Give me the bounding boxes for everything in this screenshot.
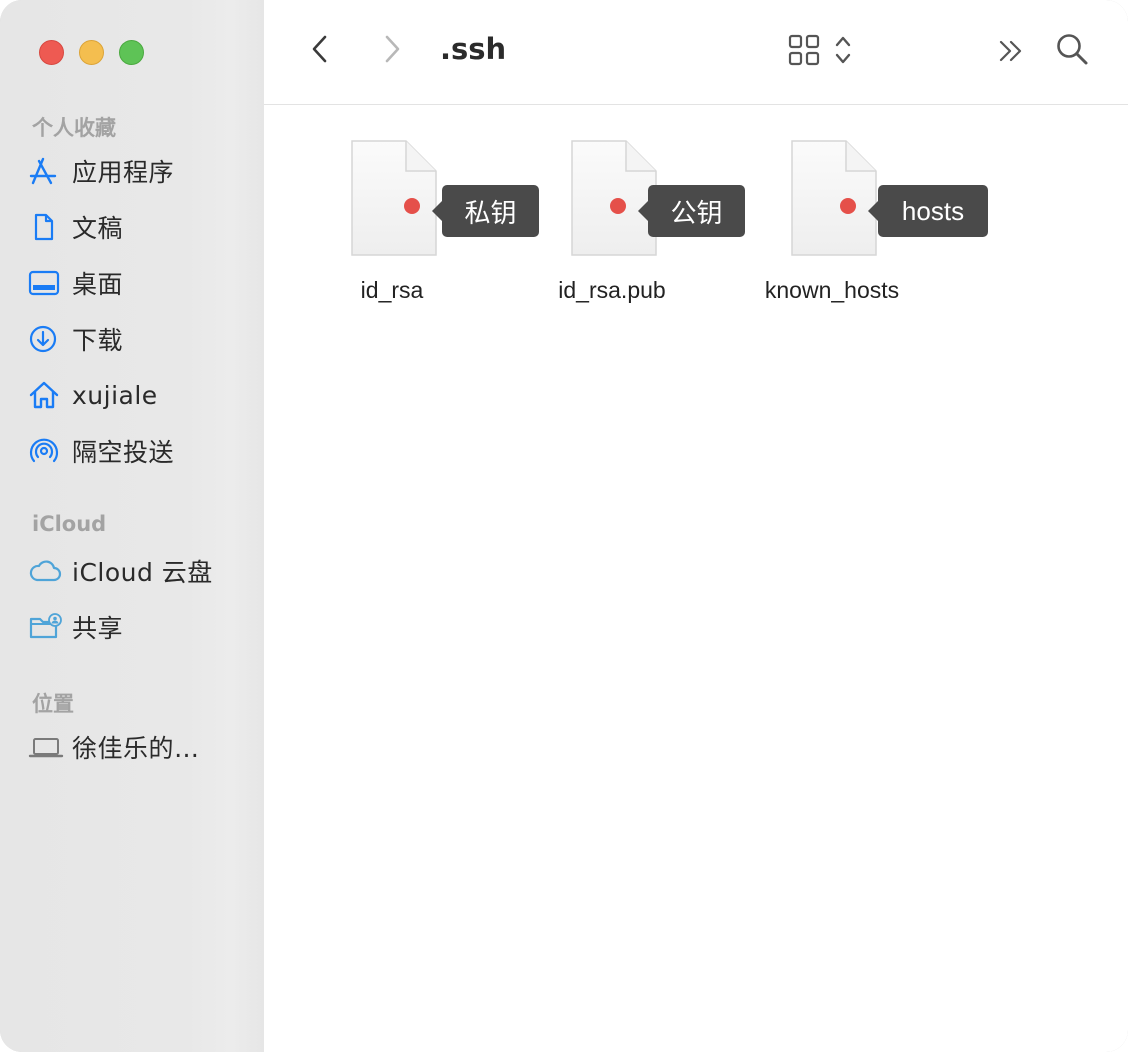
maximize-button[interactable] [119, 40, 144, 65]
view-mode-button[interactable] [780, 32, 860, 72]
double-chevron-right-icon [996, 36, 1026, 70]
sidebar-item-label: xujiale [72, 380, 158, 410]
locations-section-title: 位置 [32, 692, 74, 716]
document-icon [28, 209, 72, 245]
grid-view-icon [787, 33, 821, 71]
sidebar-item-laptop[interactable]: 徐佳乐的… [28, 723, 254, 771]
sidebar-item-desktop[interactable]: 桌面 [28, 259, 254, 307]
window-title: .ssh [440, 32, 507, 66]
sidebar-item-label: 徐佳乐的… [72, 734, 200, 763]
sidebar-item-documents[interactable]: 文稿 [28, 203, 254, 251]
chevron-right-icon [382, 33, 402, 69]
airdrop-icon [28, 433, 72, 469]
shared-folder-icon [28, 609, 72, 645]
sidebar-item-home[interactable]: xujiale [28, 371, 254, 419]
close-button[interactable] [39, 40, 64, 65]
icloud-section-title: iCloud [32, 512, 107, 536]
sidebar-item-icloud-drive[interactable]: iCloud 云盘 [28, 547, 254, 595]
search-icon [1054, 31, 1090, 71]
home-icon [28, 377, 72, 413]
file-item-known-hosts[interactable]: hosts known_hosts [765, 139, 988, 329]
tag-color-dot [610, 198, 626, 214]
minimize-button[interactable] [79, 40, 104, 65]
sidebar-item-label: 隔空投送 [72, 438, 175, 467]
file-grid: 私钥 id_rsa 公钥 id_rsa.pub hosts known_host… [264, 105, 1128, 1052]
sidebar-item-label: 下载 [72, 326, 124, 355]
sidebar-item-label: 应用程序 [72, 158, 175, 187]
toolbar: .ssh [264, 0, 1128, 105]
cloud-icon [28, 553, 72, 589]
document-file-icon [351, 140, 437, 256]
laptop-icon [28, 729, 72, 765]
file-tag-tooltip: 公钥 [638, 185, 745, 237]
download-icon [28, 321, 72, 357]
back-button[interactable] [302, 32, 338, 70]
finder-window: 个人收藏 应用程序 文稿 桌面 下载 xujiale 隔空投送 iCloud i… [0, 0, 1128, 1052]
tag-color-dot [840, 198, 856, 214]
sidebar-item-shared[interactable]: 共享 [28, 603, 254, 651]
search-button[interactable] [1052, 30, 1092, 72]
file-name: id_rsa [360, 277, 424, 303]
favorites-section-title: 个人收藏 [32, 116, 116, 140]
chevron-left-icon [310, 33, 330, 69]
forward-button[interactable] [374, 32, 410, 70]
tag-color-dot [404, 198, 420, 214]
file-tag-tooltip: hosts [868, 185, 988, 237]
file-tag-tooltip: 私钥 [432, 185, 539, 237]
sidebar-item-applications[interactable]: 应用程序 [28, 147, 254, 195]
sidebar-item-downloads[interactable]: 下载 [28, 315, 254, 363]
file-item-id-rsa-pub[interactable]: 公钥 id_rsa.pub [558, 139, 758, 329]
desktop-icon [28, 265, 72, 301]
sidebar-item-airdrop[interactable]: 隔空投送 [28, 427, 254, 475]
sidebar: 个人收藏 应用程序 文稿 桌面 下载 xujiale 隔空投送 iCloud i… [0, 0, 265, 1052]
up-down-chevron-icon [833, 33, 853, 71]
file-item-id-rsa[interactable]: 私钥 id_rsa [348, 139, 539, 329]
file-name: id_rsa.pub [558, 277, 666, 303]
sidebar-item-label: 文稿 [72, 214, 124, 243]
sidebar-item-label: iCloud 云盘 [72, 558, 213, 587]
document-file-icon [791, 140, 877, 256]
sidebar-item-label: 共享 [72, 614, 124, 643]
sidebar-item-label: 桌面 [72, 270, 124, 299]
file-name: known_hosts [764, 277, 900, 303]
more-toolbar-button[interactable] [992, 34, 1030, 72]
applications-icon [28, 153, 72, 189]
